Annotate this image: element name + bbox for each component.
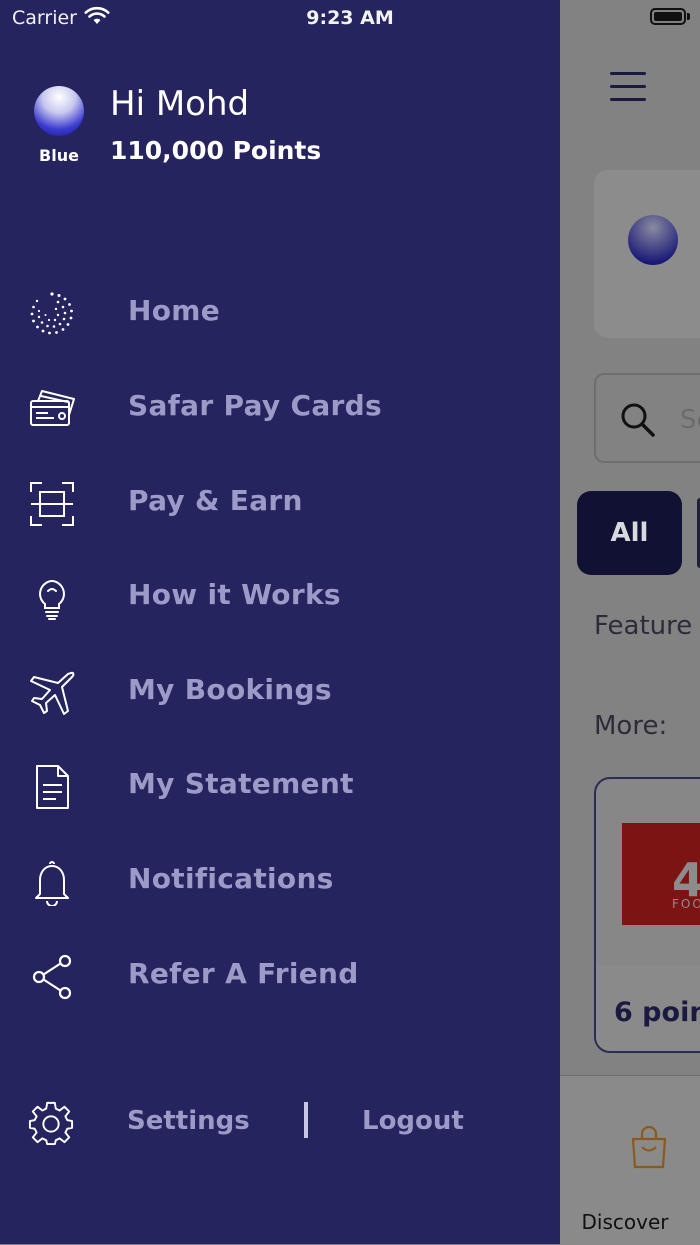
tier-avatar [628, 215, 678, 265]
battery-icon [650, 8, 686, 25]
menu-item-label: Safar Pay Cards [128, 389, 382, 422]
menu-item-label: Pay & Earn [128, 484, 303, 517]
document-icon [36, 765, 69, 809]
more-heading: More: [594, 711, 668, 741]
menu-item-refer-a-friend[interactable]: Refer A Friend [0, 935, 560, 1015]
menu-item-safar-pay-cards[interactable]: Safar Pay Cards [0, 367, 560, 447]
dotted-spiral-icon [30, 292, 73, 335]
offer-points: 6 poin [614, 997, 700, 1028]
offer-logo-subtitle: FOO [672, 897, 700, 911]
gear-icon[interactable] [28, 1100, 74, 1146]
menu-item-how-it-works[interactable]: How it Works [0, 556, 560, 636]
menu-item-my-bookings[interactable]: My Bookings [0, 651, 560, 731]
hamburger-menu-icon[interactable] [610, 72, 646, 111]
tier-label: Blue [39, 146, 79, 165]
share-icon [32, 954, 72, 1000]
clock: 9:23 AM [306, 7, 394, 29]
scan-icon [30, 482, 74, 526]
footer-divider [304, 1102, 308, 1138]
side-drawer: Blue Hi Mohd 110,000 Points Home Safar P… [0, 0, 560, 1244]
offer-image: 4 FOO [622, 823, 700, 925]
filter-chip-all[interactable]: All [577, 491, 682, 575]
tier-avatar [34, 86, 84, 136]
lightbulb-icon [39, 579, 65, 620]
menu-item-label: How it Works [128, 578, 341, 611]
menu-item-home[interactable]: Home [0, 272, 560, 352]
airplane-icon [30, 671, 75, 715]
menu-item-my-statement[interactable]: My Statement [0, 745, 560, 825]
logout-link[interactable]: Logout [362, 1106, 464, 1136]
search-icon [621, 403, 655, 437]
menu-item-label: Refer A Friend [128, 957, 359, 990]
bell-icon [35, 861, 69, 906]
settings-link[interactable]: Settings [127, 1106, 250, 1136]
battery-tip [687, 13, 690, 20]
drawer-footer: Settings Logout [0, 1080, 560, 1164]
featured-heading: Feature [594, 611, 693, 641]
menu-item-label: My Bookings [128, 673, 332, 706]
status-bar: Carrier 9:23 AM [0, 0, 700, 36]
menu-item-label: My Statement [128, 767, 354, 800]
tab-discover[interactable]: Discover [560, 1210, 690, 1234]
menu-item-label: Notifications [128, 862, 334, 895]
cards-icon [30, 390, 75, 426]
menu-item-label: Home [128, 294, 221, 327]
offer-card[interactable]: 4 FOO 6 poin [594, 777, 700, 1053]
shopping-bag-icon[interactable] [630, 1125, 668, 1169]
menu-item-pay-earn[interactable]: Pay & Earn [0, 462, 560, 542]
points-balance: 110,000 Points [110, 136, 322, 165]
search-placeholder: Se [680, 405, 700, 435]
greeting: Hi Mohd [110, 84, 250, 124]
menu-item-notifications[interactable]: Notifications [0, 840, 560, 920]
